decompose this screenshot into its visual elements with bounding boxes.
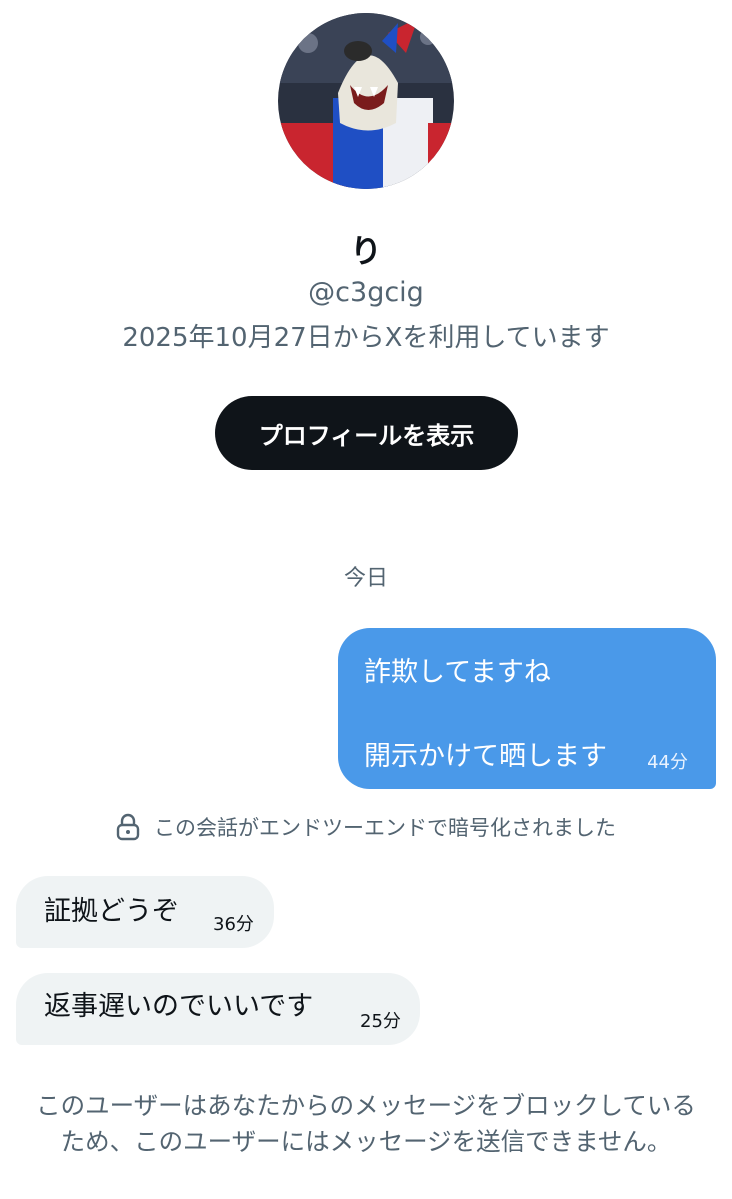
message-text: 証拠どうぞ [44, 896, 179, 927]
message-time: 36分 [213, 914, 254, 935]
date-separator: 今日 [343, 566, 388, 591]
joined-date: 2025年10月27日からXを利用しています [122, 323, 610, 353]
encryption-notice: この会話がエンドツーエンドで暗号化されました [0, 812, 732, 842]
message-text: 返事遅いのでいいです [44, 991, 314, 1022]
incoming-message[interactable]: 証拠どうぞ 36分 [16, 876, 274, 948]
avatar[interactable] [278, 13, 454, 189]
outgoing-message[interactable]: 詐欺してますね 開示かけて晒します 44分 [338, 628, 716, 789]
message-text: 開示かけて晒します [364, 741, 607, 772]
message-time: 44分 [647, 752, 688, 773]
encryption-text: この会話がエンドツーエンドで暗号化されました [154, 816, 616, 840]
blocked-notice: このユーザーはあなたからのメッセージをブロックしているため、このユーザーにはメッ… [36, 1091, 696, 1156]
incoming-message[interactable]: 返事遅いのでいいです 25分 [16, 973, 420, 1045]
avatar-image [278, 13, 454, 189]
message-time: 25分 [360, 1011, 401, 1032]
display-name: り [349, 232, 382, 270]
lock-icon [116, 813, 140, 841]
view-profile-button[interactable]: プロフィールを表示 [215, 396, 518, 470]
message-text: 詐欺してますね [364, 657, 551, 688]
user-handle: @c3gcig [308, 277, 424, 308]
